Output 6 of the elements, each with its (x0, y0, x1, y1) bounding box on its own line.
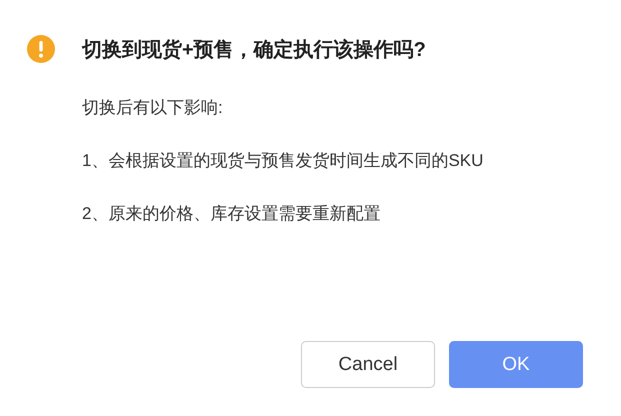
message-text: 切换后有以下影响: (82, 97, 224, 119)
dialog-title: 切换到现货+预售，确定执行该操作吗? (82, 38, 426, 62)
warning-icon (26, 34, 56, 64)
message-text: 2、原来的价格、库存设置需要重新配置 (82, 203, 382, 225)
cancel-button[interactable]: Cancel (301, 341, 435, 388)
message-text: 1、会根据设置的现货与预售发货时间生成不同的SKU (82, 150, 484, 172)
